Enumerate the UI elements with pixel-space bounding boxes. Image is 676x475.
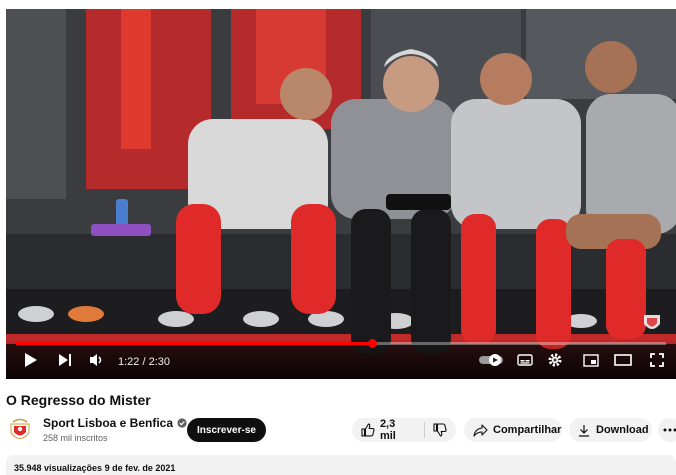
like-button[interactable]: 2,3 mil bbox=[352, 418, 414, 442]
scrubber-handle[interactable] bbox=[368, 339, 377, 348]
autoplay-toggle[interactable] bbox=[476, 349, 508, 371]
channel-name-text: Sport Lisboa e Benfica bbox=[43, 416, 173, 430]
benfica-watermark-icon bbox=[640, 311, 664, 335]
download-label: Download bbox=[596, 424, 649, 436]
progress-bar[interactable] bbox=[16, 342, 666, 345]
download-button[interactable]: Download bbox=[569, 418, 652, 442]
share-icon bbox=[473, 424, 488, 437]
video-frame bbox=[6, 9, 676, 379]
verified-icon bbox=[177, 418, 187, 428]
video-title: O Regresso do Mister bbox=[6, 392, 151, 408]
more-actions-button[interactable] bbox=[658, 418, 676, 442]
download-icon bbox=[578, 424, 590, 437]
thumbs-up-icon bbox=[361, 423, 375, 437]
time-display: 1:22 / 2:30 bbox=[118, 356, 170, 368]
dislike-button[interactable] bbox=[425, 418, 456, 442]
subtitles-icon bbox=[517, 354, 533, 366]
fullscreen-icon bbox=[650, 353, 664, 367]
miniplayer-button[interactable] bbox=[580, 349, 602, 371]
theater-icon bbox=[614, 354, 632, 366]
like-dislike-group: 2,3 mil bbox=[352, 418, 456, 442]
share-label: Compartilhar bbox=[493, 424, 561, 436]
settings-button[interactable] bbox=[544, 349, 566, 371]
thumbs-down-icon bbox=[433, 423, 447, 437]
subscribe-button[interactable]: Inscrever-se bbox=[187, 418, 266, 442]
more-horizontal-icon bbox=[663, 428, 676, 432]
share-button[interactable]: Compartilhar bbox=[464, 418, 562, 442]
settings-icon bbox=[547, 352, 563, 368]
channel-name[interactable]: Sport Lisboa e Benfica bbox=[43, 416, 187, 430]
like-count: 2,3 mil bbox=[380, 418, 414, 442]
next-icon bbox=[58, 353, 72, 367]
autoplay-icon bbox=[478, 353, 506, 367]
channel-avatar-icon[interactable] bbox=[8, 418, 32, 444]
player-controls: 1:22 / 2:30 bbox=[6, 339, 676, 379]
description-box[interactable]: 35.948 visualizações 9 de fev. de 2021 bbox=[6, 455, 676, 475]
subscriber-count: 258 mil inscritos bbox=[43, 433, 108, 443]
play-button[interactable] bbox=[20, 349, 42, 371]
theater-mode-button[interactable] bbox=[612, 349, 634, 371]
subtitles-button[interactable] bbox=[514, 349, 536, 371]
play-icon bbox=[24, 352, 38, 368]
video-player[interactable]: 1:22 / 2:30 bbox=[6, 9, 676, 379]
progress-played bbox=[16, 342, 372, 345]
next-button[interactable] bbox=[54, 349, 76, 371]
miniplayer-icon bbox=[583, 354, 599, 367]
fullscreen-button[interactable] bbox=[646, 349, 668, 371]
volume-icon bbox=[89, 353, 105, 367]
volume-button[interactable] bbox=[86, 349, 108, 371]
